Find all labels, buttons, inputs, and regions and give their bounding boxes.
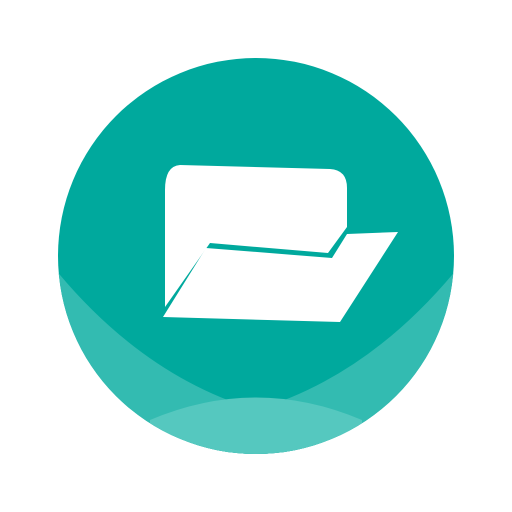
app-icon[interactable] xyxy=(0,0,512,512)
